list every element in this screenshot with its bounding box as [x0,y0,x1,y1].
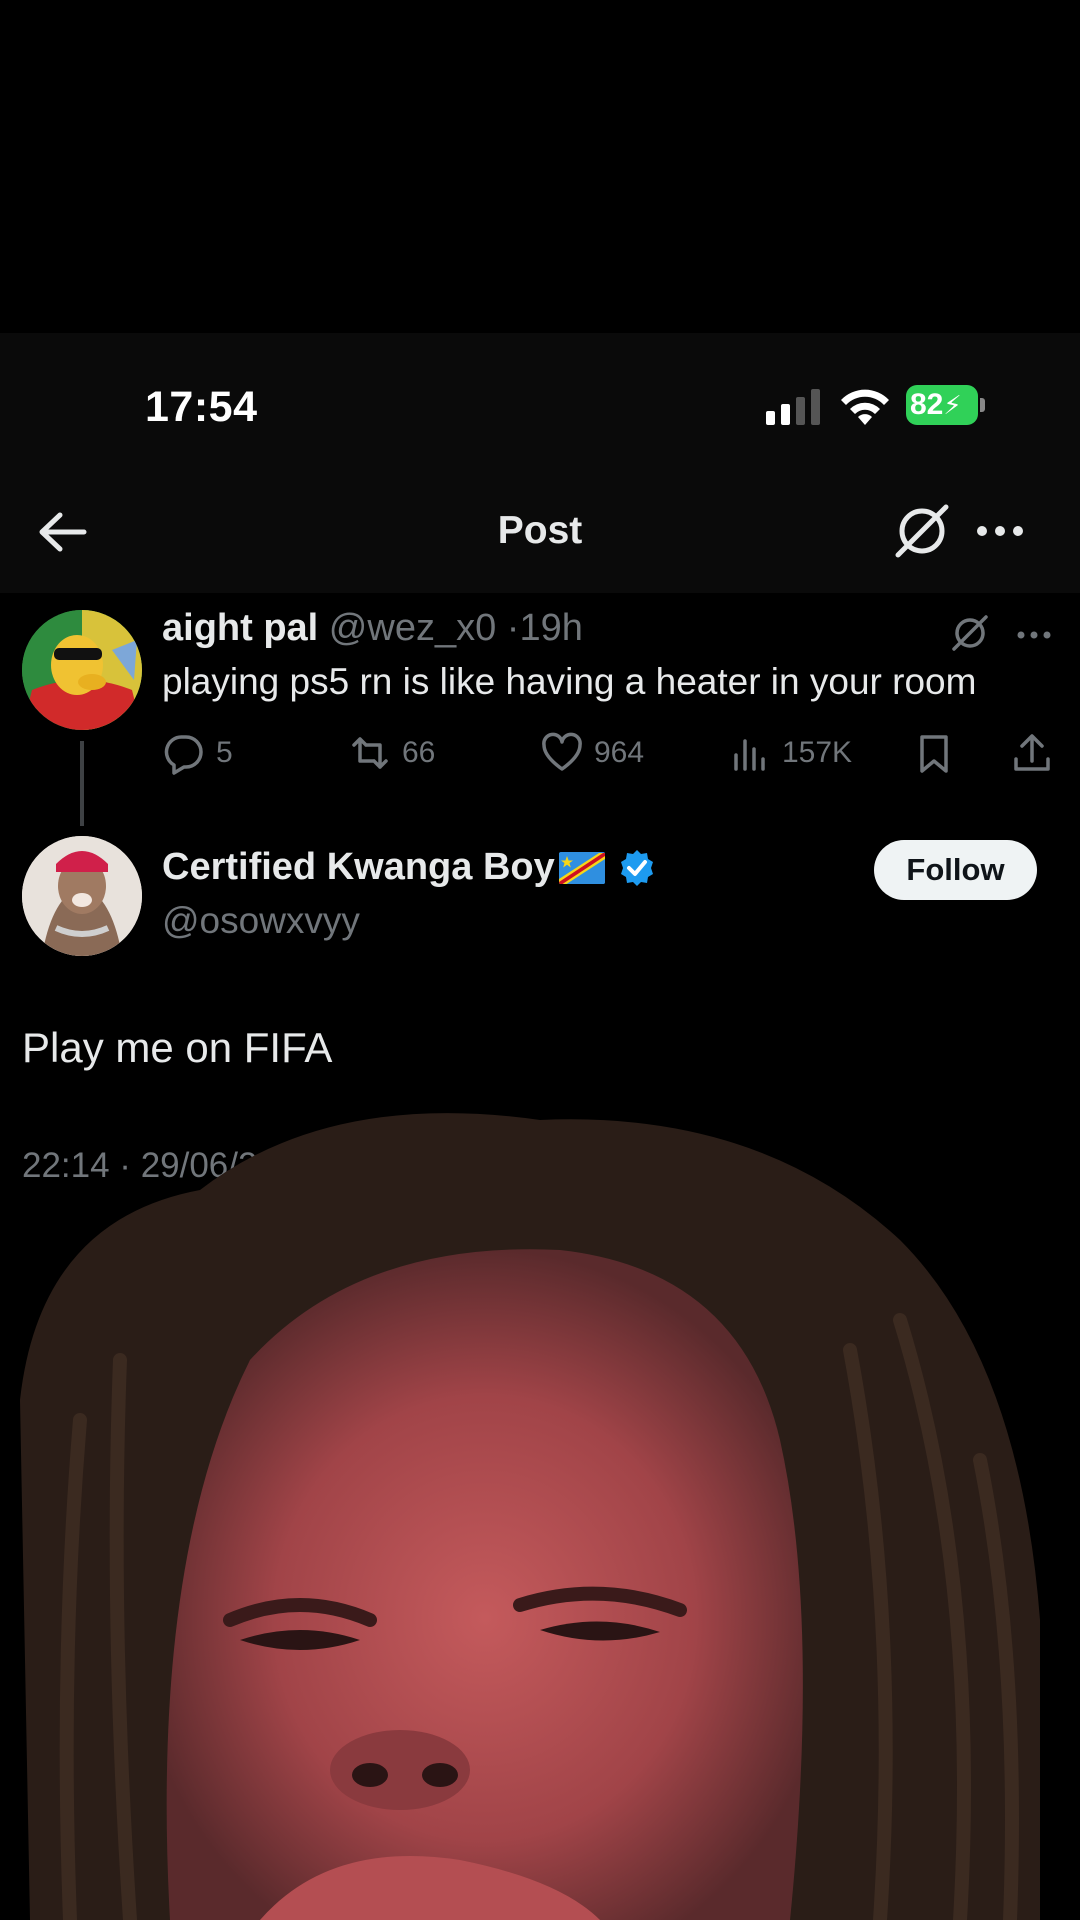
views-button[interactable]: 157K [728,725,852,781]
author-display-name[interactable]: Certified Kwanga Boy [162,846,555,889]
status-bar: 17:54 82⚡ [0,333,1080,473]
reply-count: 5 [216,736,233,769]
parent-header: aight pal @wez_x0 ·19h [162,607,583,650]
battery-level: 82 [910,388,944,421]
repost-icon [352,737,388,769]
wifi-icon [841,389,889,425]
more-options-icon[interactable] [972,503,1028,559]
parent-timestamp: 19h [519,607,583,649]
dr-congo-flag-icon [558,851,605,884]
follow-button[interactable]: Follow [874,840,1037,900]
grok-icon[interactable] [948,611,992,655]
repost-button[interactable]: 66 [348,725,435,781]
status-time: 17:54 [145,383,258,431]
tweet-text: Play me on FIFA [22,1024,333,1071]
like-button[interactable]: 964 [540,725,644,781]
nav-bar: Post [0,473,1080,593]
grok-icon[interactable] [892,501,952,561]
person-overlay-image [20,1113,1040,1920]
parent-avatar[interactable] [22,610,142,730]
author-header: Certified Kwanga Boy [162,846,657,889]
separator-dot: · [506,607,520,649]
parent-handle[interactable]: @wez_x0 [329,607,496,649]
heart-icon [542,732,582,771]
reply-button[interactable]: 5 [162,725,233,781]
share-icon [1014,734,1050,771]
tweet-actions: 5 66 964 157K [162,725,1062,781]
more-options-icon[interactable] [1014,615,1054,655]
top-blank-area [0,0,1080,333]
parent-tweet[interactable]: aight pal @wez_x0 ·19h playing ps5 rn is… [0,593,1080,833]
view-count: 157K [782,736,853,769]
analytics-icon [734,739,765,771]
share-button[interactable] [1010,725,1064,781]
like-count: 964 [594,736,645,769]
bookmark-button[interactable] [912,725,966,781]
author-handle[interactable]: @osowxvyy [162,900,360,942]
author-avatar[interactable] [22,836,142,956]
thread-connector-line [80,741,84,826]
battery-icon: 82⚡ [906,385,986,425]
parent-tweet-text: playing ps5 rn is like having a heater i… [162,661,977,702]
cellular-signal-icon [766,389,822,425]
reply-icon [164,735,203,775]
bookmark-icon [920,735,948,773]
verified-badge-icon [620,849,653,886]
parent-display-name[interactable]: aight pal [162,607,318,649]
repost-count: 66 [402,736,436,769]
